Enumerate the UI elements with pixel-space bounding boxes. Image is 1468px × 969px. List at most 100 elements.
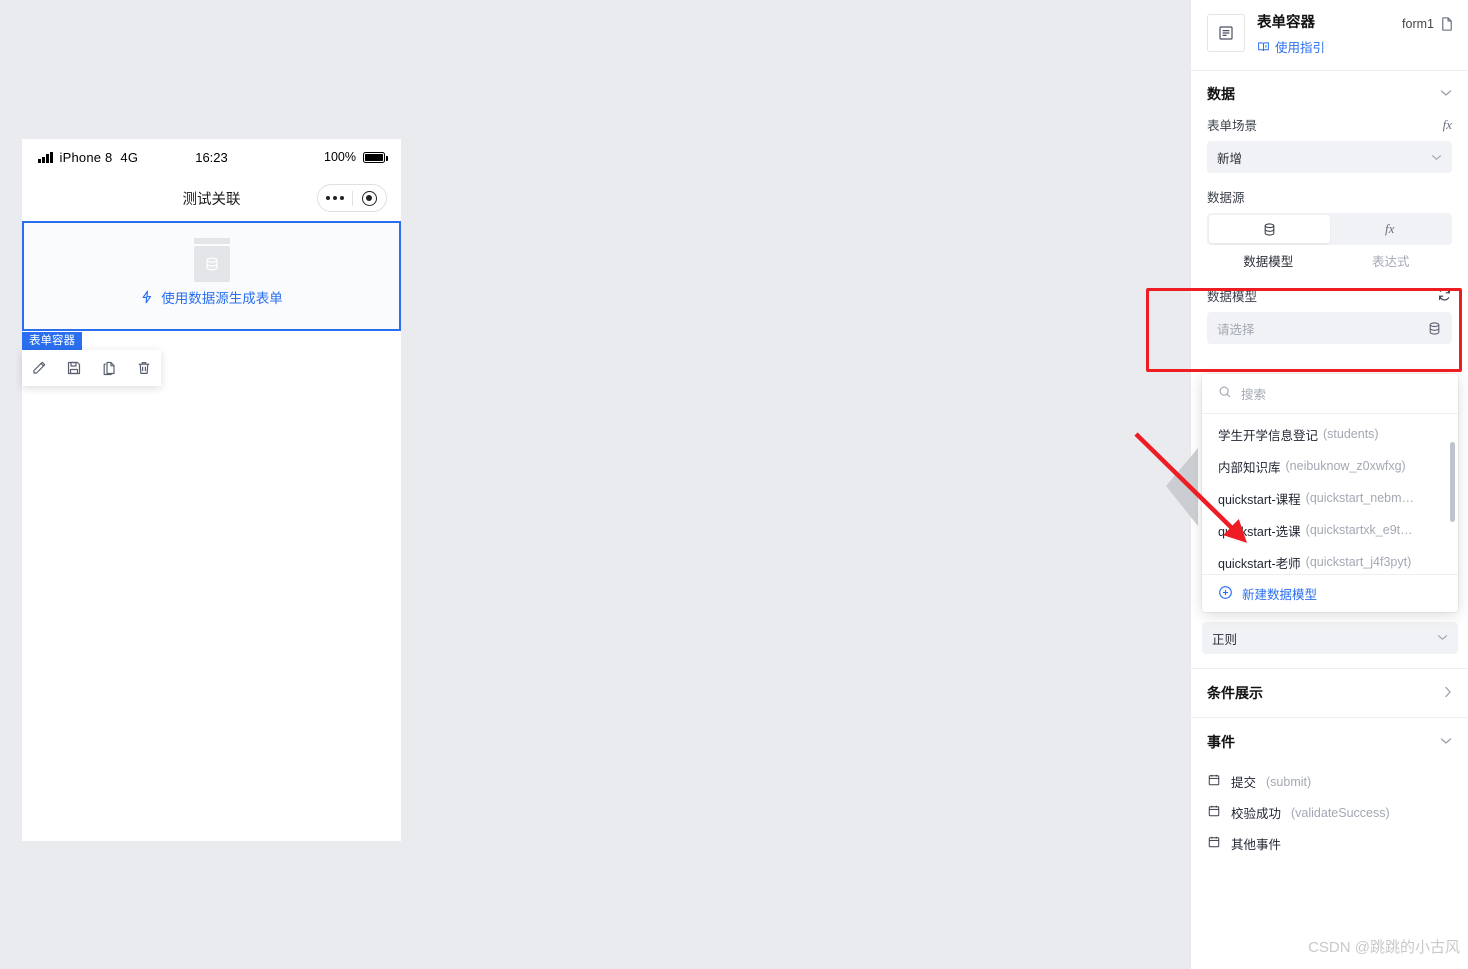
condition-section-header[interactable]: 条件展示 (1191, 669, 1468, 717)
event-label: 校验成功 (1231, 807, 1282, 821)
chevron-down-icon[interactable] (1440, 737, 1452, 748)
panel-header: 表单容器 使用指引 form1 (1191, 0, 1468, 70)
page-file-icon (1442, 17, 1452, 31)
dropdown-list[interactable]: 学生开学信息登记 (students) 内部知识库 (neibuknow_z0x… (1202, 414, 1458, 574)
more-dots-icon[interactable] (318, 196, 352, 200)
event-code: (validateSuccess) (1291, 805, 1390, 820)
model-name: 内部知识库 (1218, 460, 1281, 475)
model-code: (quickstartxk_e9t… (1305, 523, 1413, 537)
model-name: quickstart-选课 (1218, 524, 1301, 539)
save-floppy-icon[interactable] (61, 355, 87, 381)
list-item[interactable]: quickstart-老师 (quickstart_j4f3pyt) (1202, 546, 1458, 578)
event-item[interactable]: 提交 (submit) (1191, 766, 1468, 797)
panel-title: 表单容器 (1257, 15, 1315, 31)
event-section-header[interactable]: 事件 (1191, 718, 1468, 766)
event-code: (submit) (1266, 774, 1312, 789)
form-scene-label-row: 表单场景 fx (1207, 115, 1452, 134)
panel-header-meta: 表单容器 使用指引 (1257, 14, 1402, 56)
form-name: form1 (1402, 17, 1434, 31)
condition-section-title: 条件展示 (1207, 685, 1263, 701)
refresh-icon[interactable] (1437, 287, 1452, 305)
event-item[interactable]: 其他事件 (1191, 828, 1468, 859)
plus-circle-icon (1218, 585, 1233, 603)
database-icon (1264, 222, 1275, 236)
event-calendar-icon (1207, 804, 1221, 821)
datasource-segmented-control[interactable]: fx 数据模型 表达式 (1207, 213, 1452, 270)
selection-tag: 表单容器 (22, 332, 82, 352)
close-target-icon[interactable] (353, 190, 387, 206)
model-name: quickstart-课程 (1218, 492, 1301, 507)
event-calendar-icon (1207, 835, 1221, 852)
form-scene-label: 表单场景 (1207, 119, 1258, 133)
obscured-select-field[interactable]: 正则 (1202, 622, 1458, 654)
generate-form-from-datasource-link[interactable]: 使用数据源生成表单 (140, 287, 283, 307)
data-model-dropdown[interactable]: 搜索 学生开学信息登记 (students) 内部知识库 (neibuknow_… (1202, 374, 1458, 612)
data-model-label-row: 数据模型 (1207, 286, 1452, 305)
data-model-select[interactable]: 请选择 (1207, 312, 1452, 344)
create-data-model-label: 新建数据模型 (1242, 588, 1318, 602)
list-item[interactable]: 内部知识库 (neibuknow_z0xwfxg) (1202, 450, 1458, 482)
data-model-label: 数据模型 (1207, 290, 1258, 304)
datasource-label-row: 数据源 (1207, 187, 1452, 206)
gray-cursor-shape (1166, 448, 1198, 526)
data-model-placeholder: 请选择 (1217, 322, 1255, 337)
page-title: 测试关联 (182, 191, 241, 208)
app-root: iPhone 8 4G 16:23 100% 测试关联 使用数据源生成表单 表单… (0, 0, 1468, 969)
watermark: CSDN @跳跳的小古风 (1308, 939, 1460, 956)
model-code: (neibuknow_z0xwfxg) (1285, 459, 1406, 473)
create-data-model-button[interactable]: 新建数据模型 (1202, 574, 1458, 612)
segment-expression-label: 表达式 (1371, 255, 1410, 269)
chevron-down-icon[interactable] (1440, 89, 1452, 100)
segment-data-model-label: 数据模型 (1243, 255, 1294, 269)
datasource-label: 数据源 (1207, 191, 1245, 205)
chevron-down-icon[interactable] (1431, 154, 1442, 161)
copy-pages-icon[interactable] (96, 355, 122, 381)
list-item[interactable]: quickstart-课程 (quickstart_nebm… (1202, 482, 1458, 514)
model-name: 学生开学信息登记 (1218, 428, 1319, 443)
design-canvas[interactable]: iPhone 8 4G 16:23 100% 测试关联 使用数据源生成表单 表单… (0, 0, 1190, 969)
form-name-area[interactable]: form1 (1402, 14, 1454, 32)
form-scene-field: 表单场景 fx 新增 (1191, 115, 1468, 173)
chevron-right-icon[interactable] (1444, 686, 1452, 701)
event-calendar-icon (1207, 773, 1221, 790)
widget-quick-toolbar[interactable] (22, 350, 161, 386)
form-scene-select[interactable]: 新增 (1207, 141, 1452, 173)
data-section-title: 数据 (1207, 86, 1235, 102)
form-container-thumbnail-icon (1207, 14, 1245, 52)
event-section-title: 事件 (1207, 734, 1235, 750)
list-item[interactable]: 学生开学信息登记 (students) (1202, 418, 1458, 450)
database-icon (1427, 321, 1442, 336)
event-item[interactable]: 校验成功 (validateSuccess) (1191, 797, 1468, 828)
segment-expression[interactable]: fx (1330, 215, 1451, 243)
phone-nav-bar: 测试关联 (22, 175, 401, 221)
segment-data-model[interactable] (1209, 215, 1330, 243)
chevron-down-icon[interactable] (1437, 632, 1448, 644)
trash-bin-icon[interactable] (131, 355, 157, 381)
usage-guide-label: 使用指引 (1275, 41, 1326, 55)
event-label: 提交 (1231, 776, 1257, 790)
search-icon (1218, 385, 1232, 402)
edit-pencil-icon[interactable] (26, 355, 52, 381)
form-container-widget[interactable]: 使用数据源生成表单 (22, 221, 401, 331)
dropdown-search-placeholder: 搜索 (1241, 388, 1267, 402)
mini-program-capsule[interactable] (317, 184, 387, 212)
fx-icon[interactable]: fx (1443, 117, 1452, 133)
phone-status-bar: iPhone 8 4G 16:23 100% (22, 139, 401, 175)
battery-icon (363, 151, 388, 163)
dropdown-scrollbar[interactable] (1450, 442, 1455, 522)
dropdown-search-input[interactable]: 搜索 (1202, 374, 1458, 414)
obscured-select-value: 正则 (1212, 632, 1238, 647)
list-item[interactable]: quickstart-选课 (quickstartxk_e9t… (1202, 514, 1458, 546)
datasource-field: 数据源 fx 数据模型 表达式 (1191, 187, 1468, 270)
status-right: 100% (324, 150, 388, 164)
database-placeholder-icon (193, 245, 230, 282)
lower-sections: 条件展示 事件 提交 (submit) 校验成功 (validateSucces… (1191, 668, 1468, 859)
data-section-header[interactable]: 数据 (1191, 71, 1468, 115)
event-label: 其他事件 (1231, 838, 1282, 852)
usage-guide-link[interactable]: 使用指引 (1257, 37, 1402, 56)
model-code: (quickstart_nebm… (1305, 491, 1415, 505)
model-name: quickstart-老师 (1218, 556, 1301, 571)
segment-labels: 数据模型 表达式 (1207, 251, 1452, 270)
segment-buttons[interactable]: fx (1207, 213, 1452, 245)
model-code: (quickstart_j4f3pyt) (1305, 555, 1412, 569)
